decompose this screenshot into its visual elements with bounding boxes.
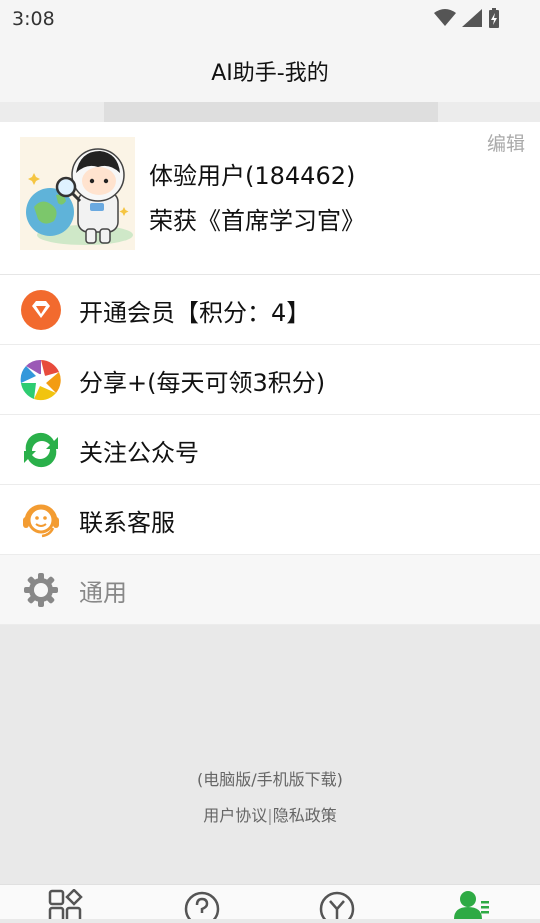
- wechat-follow-icon: [24, 432, 58, 468]
- bottom-nav: [0, 884, 540, 923]
- nav-profile[interactable]: [452, 889, 492, 919]
- wifi-icon: [434, 9, 456, 26]
- menu-item-membership[interactable]: 开通会员【积分：4】: [0, 275, 540, 345]
- user-profile-icon: [454, 891, 489, 919]
- user-agreement-link[interactable]: 用户协议: [203, 806, 267, 825]
- header-divider: [0, 102, 540, 122]
- menu-item-label: 联系客服: [79, 509, 175, 537]
- footer-download: (电脑版/手机版下载): [0, 766, 540, 790]
- header-tab-shadow: [104, 102, 438, 122]
- avatar[interactable]: [20, 137, 135, 250]
- nav-apps[interactable]: [47, 888, 87, 923]
- menu-item-label: 关注公众号: [79, 439, 199, 467]
- profile-card: 编辑 体验用户(184462) 荣获《首席学习官》: [0, 122, 540, 275]
- menu-item-customer-service[interactable]: 联系客服: [0, 485, 540, 555]
- menu-item-label: 分享+(每天可领3积分): [79, 369, 326, 397]
- download-link[interactable]: (电脑版/手机版下载): [197, 770, 343, 789]
- status-icons: [434, 8, 500, 28]
- apps-grid-icon: [48, 888, 83, 923]
- title-bar: AI助手-我的: [0, 36, 540, 102]
- customer-service-icon: [23, 504, 59, 538]
- privacy-policy-link[interactable]: 隐私政策: [273, 806, 337, 825]
- footer-legal: 用户协议|隐私政策: [0, 802, 540, 826]
- nav-help[interactable]: [182, 889, 222, 923]
- menu-item-general-settings[interactable]: 通用: [0, 555, 540, 625]
- user-name: 体验用户(184462): [149, 162, 356, 190]
- menu-item-follow-account[interactable]: 关注公众号: [0, 415, 540, 485]
- y-circle-icon: [319, 891, 355, 923]
- astronaut-avatar-icon: [26, 148, 133, 245]
- status-bar: 3:08: [0, 0, 540, 36]
- menu-item-share[interactable]: 分享+(每天可领3积分): [0, 345, 540, 415]
- signal-icon: [462, 9, 482, 27]
- diamond-icon: [21, 290, 61, 330]
- user-honor: 荣获《首席学习官》: [149, 207, 365, 235]
- battery-icon: [489, 8, 499, 28]
- share-aperture-icon: [20, 359, 61, 401]
- help-icon: [184, 891, 220, 923]
- menu-item-label: 通用: [79, 579, 127, 607]
- edit-profile-link[interactable]: 编辑: [487, 129, 525, 156]
- page-title: AI助手-我的: [211, 61, 329, 86]
- gear-icon: [24, 573, 58, 607]
- status-time: 3:08: [12, 8, 55, 30]
- menu-item-label: 开通会员【积分：4】: [79, 299, 311, 327]
- nav-discover[interactable]: [317, 889, 357, 923]
